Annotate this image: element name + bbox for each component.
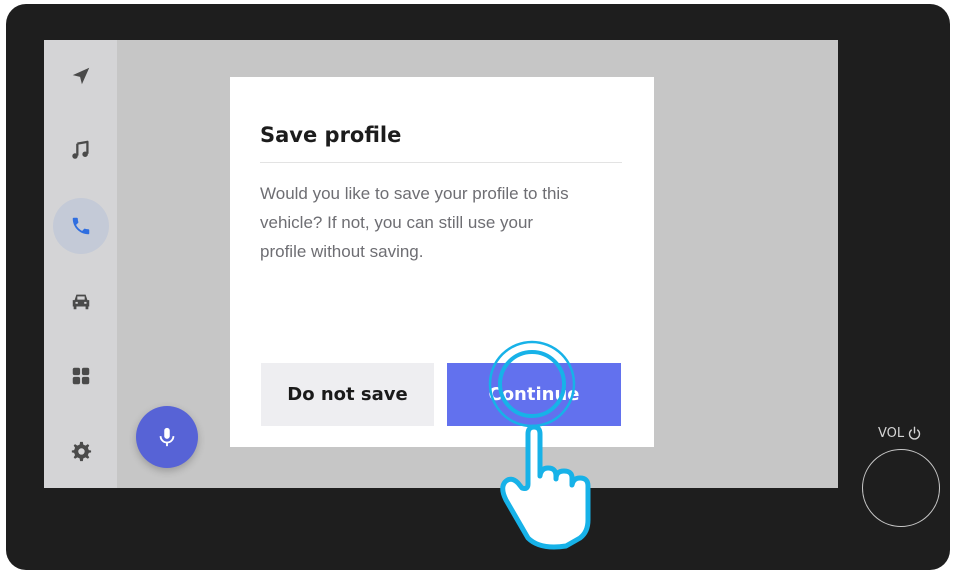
- voice-assistant-button[interactable]: [136, 406, 198, 468]
- car-icon: [72, 294, 90, 310]
- volume-label: VOL: [878, 426, 922, 441]
- microphone-icon: [159, 427, 175, 447]
- dialog-divider: [260, 162, 622, 163]
- save-profile-dialog: Save profile Would you like to save your…: [230, 77, 654, 447]
- music-note-icon: [72, 140, 89, 159]
- do-not-save-button[interactable]: Do not save: [261, 363, 434, 426]
- sidebar-item-music[interactable]: [53, 123, 109, 179]
- sidebar-item-settings[interactable]: [53, 423, 109, 479]
- volume-label-text: VOL: [878, 426, 905, 441]
- volume-power-knob[interactable]: [862, 449, 940, 527]
- settings-gear-icon: [71, 441, 92, 462]
- phone-icon: [72, 217, 90, 235]
- sidebar-item-phone[interactable]: [53, 198, 109, 254]
- dialog-title: Save profile: [260, 123, 402, 147]
- sidebar-item-apps[interactable]: [53, 348, 109, 404]
- sidebar-item-navigation[interactable]: [53, 48, 109, 104]
- continue-button[interactable]: Continue: [447, 363, 621, 426]
- apps-grid-icon: [72, 367, 90, 385]
- power-icon: [909, 426, 921, 440]
- sidebar-item-vehicle[interactable]: [53, 273, 109, 329]
- sidebar: [44, 40, 117, 488]
- dialog-message: Would you like to save your profile to t…: [260, 184, 569, 261]
- navigation-arrow-icon: [72, 67, 90, 85]
- infotainment-screen: Save profile Would you like to save your…: [44, 40, 838, 488]
